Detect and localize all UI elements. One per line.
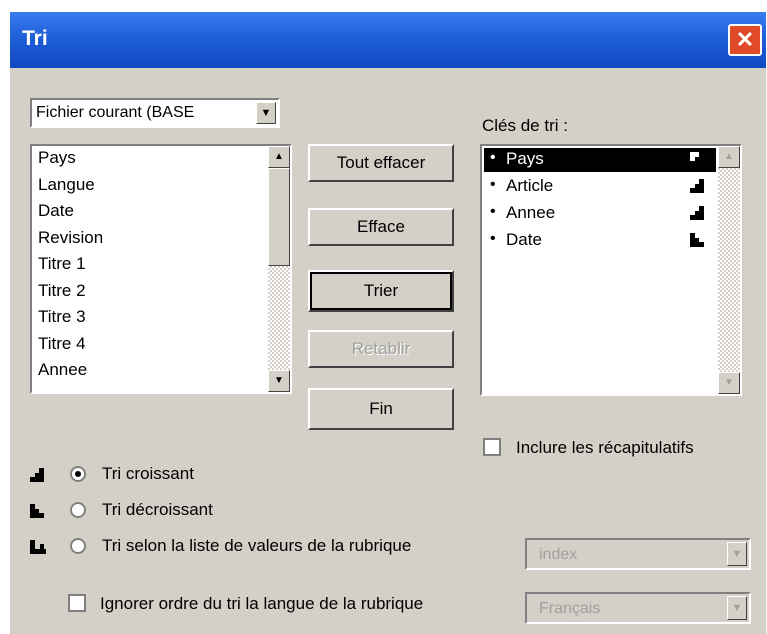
- scroll-thumb[interactable]: [268, 168, 290, 266]
- sort-keys-scrollbar[interactable]: ▲ ▼: [718, 146, 740, 394]
- list-item[interactable]: Langue: [38, 175, 95, 195]
- list-item[interactable]: Titre 3: [38, 307, 86, 327]
- language-combo-value: Français: [539, 600, 601, 617]
- value-list-combo-value: index: [539, 546, 578, 563]
- chevron-down-icon[interactable]: ▼: [256, 102, 276, 124]
- sort-key-label: Annee: [506, 203, 556, 222]
- fields-list[interactable]: Pays Langue Date Revision Titre 1 Titre 2 Titr…: [30, 144, 292, 394]
- list-item[interactable]: Titre 4: [38, 334, 86, 354]
- clear-all-button[interactable]: Tout effacer: [308, 144, 454, 182]
- bullet-icon: •: [490, 176, 496, 193]
- window-title: Tri: [22, 27, 48, 50]
- list-item[interactable]: Pays: [38, 148, 76, 168]
- scroll-down-icon: ▼: [718, 372, 740, 394]
- sort-option-radio[interactable]: [70, 538, 86, 554]
- sort-ascending-icon: [690, 206, 704, 220]
- sort-ascending-icon: [690, 179, 704, 193]
- list-item[interactable]: Annee: [38, 360, 87, 380]
- sort-key-row[interactable]: • Pays: [484, 148, 716, 172]
- ignore-language-checkbox[interactable]: [68, 594, 86, 612]
- sort-key-row[interactable]: • Article: [484, 175, 716, 199]
- sort-list-icon: [30, 540, 46, 554]
- fields-scrollbar[interactable]: ▲ ▼: [268, 146, 290, 392]
- list-item[interactable]: Revision: [38, 228, 103, 248]
- bullet-icon: •: [490, 203, 496, 220]
- sort-key-label: Date: [506, 230, 542, 249]
- ignore-language-label: Ignorer ordre du tri la langue de la rub…: [100, 594, 424, 613]
- title-bar: Tri ✕: [10, 12, 766, 68]
- sort-key-label: Pays: [506, 149, 544, 168]
- file-combo-value: Fichier courant (BASE: [36, 104, 195, 121]
- list-item[interactable]: Titre 1: [38, 254, 86, 274]
- sort-descending-icon: [30, 504, 44, 518]
- sort-ascending-icon: [690, 152, 704, 166]
- sort-button[interactable]: Trier: [308, 270, 454, 312]
- dialog-body: Fichier courant (BASE ▼ Pays Langue Date Re…: [10, 68, 766, 634]
- sort-option-radio[interactable]: [70, 466, 86, 482]
- end-button[interactable]: Fin: [308, 388, 454, 430]
- sort-key-label: Article: [506, 176, 554, 195]
- restore-button: Retablir: [308, 330, 454, 368]
- sort-option-label: Tri décroissant: [102, 500, 213, 519]
- recap-checkbox[interactable]: [483, 438, 501, 456]
- recap-checkbox-label: Inclure les récapitulatifs: [516, 438, 694, 457]
- sort-keys-label: Clés de tri :: [482, 116, 568, 135]
- sort-option-label: Tri croissant: [102, 464, 194, 483]
- language-combo: Français ▼: [525, 592, 751, 624]
- clear-button[interactable]: Efface: [308, 208, 454, 246]
- list-item[interactable]: Titre 2: [38, 281, 86, 301]
- sort-keys-list[interactable]: • Pays • Article • Annee • Date ▲ ▼: [480, 144, 742, 396]
- bullet-icon: •: [490, 230, 496, 247]
- sort-key-row[interactable]: • Annee: [484, 202, 716, 226]
- sort-dialog: Tri ✕ Fichier courant (BASE ▼ Pays Langue…: [10, 12, 766, 634]
- bullet-icon: •: [490, 149, 496, 166]
- list-item[interactable]: Date: [38, 201, 74, 221]
- scroll-down-icon[interactable]: ▼: [268, 370, 290, 392]
- sort-option-label: Tri selon la liste de valeurs de la rubr…: [102, 536, 412, 555]
- sort-key-row[interactable]: • Date: [484, 229, 716, 253]
- sort-ascending-icon: [30, 468, 44, 482]
- sort-descending-icon: [690, 233, 704, 247]
- chevron-down-icon: ▼: [727, 596, 747, 620]
- close-button[interactable]: ✕: [728, 24, 762, 56]
- chevron-down-icon: ▼: [727, 542, 747, 566]
- sort-option-radio[interactable]: [70, 502, 86, 518]
- value-list-combo: index ▼: [525, 538, 751, 570]
- scroll-up-icon: ▲: [718, 146, 740, 168]
- file-combo[interactable]: Fichier courant (BASE ▼: [30, 98, 280, 128]
- scroll-up-icon[interactable]: ▲: [268, 146, 290, 168]
